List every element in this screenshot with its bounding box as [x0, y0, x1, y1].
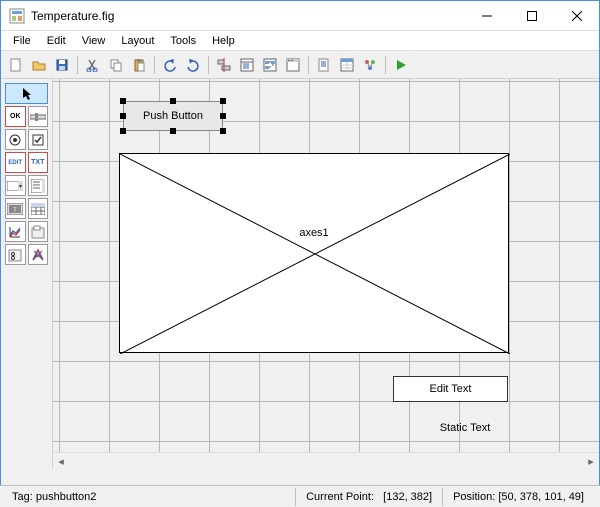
- open-file-button[interactable]: [28, 54, 50, 76]
- select-tool[interactable]: [5, 83, 48, 104]
- menu-edit[interactable]: Edit: [39, 33, 74, 49]
- checkbox-tool[interactable]: [28, 129, 49, 150]
- component-palette: OK EDIT TXT T: [1, 79, 53, 469]
- main-area: OK EDIT TXT T: [1, 79, 599, 469]
- menu-editor-button[interactable]: [236, 54, 258, 76]
- menu-help[interactable]: Help: [204, 33, 243, 49]
- table-tool[interactable]: [28, 198, 49, 219]
- axes-tool[interactable]: [5, 221, 26, 242]
- scroll-left-icon[interactable]: ◂: [53, 455, 69, 468]
- editor-button[interactable]: [313, 54, 335, 76]
- push-button-label: Push Button: [143, 110, 203, 122]
- toggle-button-tool[interactable]: T: [5, 198, 26, 219]
- activex-tool[interactable]: [28, 244, 49, 265]
- menu-file[interactable]: File: [5, 33, 39, 49]
- paste-button[interactable]: [128, 54, 150, 76]
- panel-tool[interactable]: [28, 221, 49, 242]
- listbox-tool[interactable]: [28, 175, 49, 196]
- object-browser-button[interactable]: [359, 54, 381, 76]
- copy-button[interactable]: [105, 54, 127, 76]
- redo-button[interactable]: [182, 54, 204, 76]
- axes-component[interactable]: axes1: [119, 153, 509, 353]
- edit-text-component[interactable]: Edit Text: [393, 376, 508, 402]
- window-title: Temperature.fig: [31, 9, 464, 23]
- horizontal-scrollbar[interactable]: ◂ ▸: [53, 452, 599, 469]
- tab-order-button[interactable]: [259, 54, 281, 76]
- run-button[interactable]: [390, 54, 412, 76]
- canvas-area[interactable]: Push Button axes1: [53, 79, 599, 469]
- scroll-right-icon[interactable]: ▸: [583, 455, 599, 468]
- push-button-component[interactable]: Push Button: [123, 101, 223, 131]
- save-file-button[interactable]: [51, 54, 73, 76]
- cut-button[interactable]: [82, 54, 104, 76]
- static-text-label: Static Text: [440, 422, 491, 434]
- app-icon: [9, 8, 25, 24]
- status-tag: Tag: pushbutton2: [6, 491, 102, 503]
- slider-tool[interactable]: [28, 106, 49, 127]
- align-button[interactable]: [213, 54, 235, 76]
- radio-button-tool[interactable]: [5, 129, 26, 150]
- toolbar: [1, 51, 599, 79]
- menubar: File Edit View Layout Tools Help: [1, 31, 599, 51]
- undo-button[interactable]: [159, 54, 181, 76]
- axes-label: axes1: [299, 227, 328, 239]
- new-file-button[interactable]: [5, 54, 27, 76]
- close-button[interactable]: [554, 1, 599, 30]
- maximize-button[interactable]: [509, 1, 554, 30]
- minimize-button[interactable]: [464, 1, 509, 30]
- edit-text-label: Edit Text: [430, 383, 472, 395]
- titlebar: Temperature.fig: [1, 1, 599, 31]
- static-text-component[interactable]: Static Text: [415, 419, 515, 437]
- status-current-point: Current Point: [132, 382]: [295, 488, 442, 506]
- menu-tools[interactable]: Tools: [162, 33, 204, 49]
- static-text-tool[interactable]: TXT: [28, 152, 49, 173]
- push-button-tool[interactable]: OK: [5, 106, 26, 127]
- statusbar: Tag: pushbutton2 Current Point: [132, 38…: [0, 485, 600, 507]
- svg-text:T: T: [13, 208, 17, 214]
- toolbar-editor-button[interactable]: [282, 54, 304, 76]
- button-group-tool[interactable]: [5, 244, 26, 265]
- menu-view[interactable]: View: [74, 33, 114, 49]
- status-position: Position: [50, 378, 101, 49]: [442, 488, 594, 506]
- menu-layout[interactable]: Layout: [113, 33, 162, 49]
- property-inspector-button[interactable]: [336, 54, 358, 76]
- edit-text-tool[interactable]: EDIT: [5, 152, 26, 173]
- popup-menu-tool[interactable]: [5, 175, 26, 196]
